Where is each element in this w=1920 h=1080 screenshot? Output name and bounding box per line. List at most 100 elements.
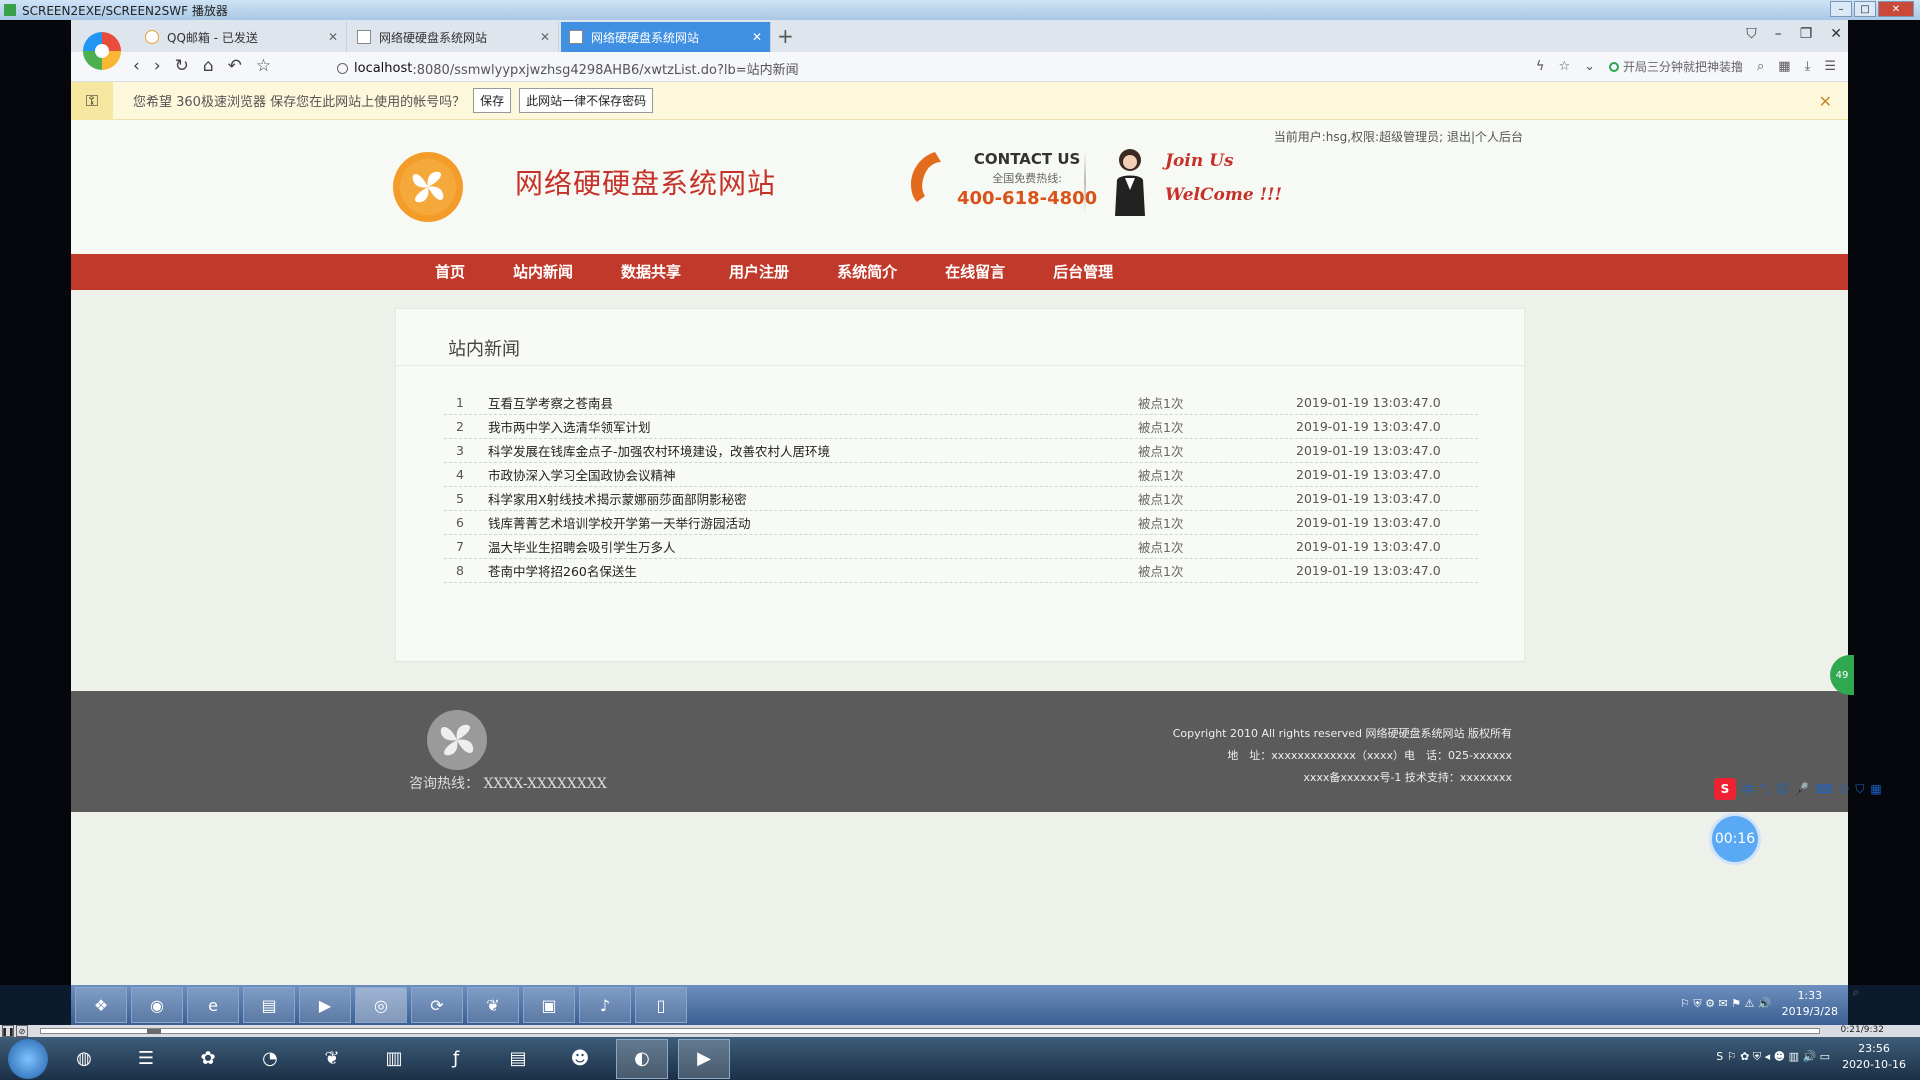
network-icon[interactable]: ✿ bbox=[182, 1039, 234, 1079]
player-app-icon[interactable]: ◐ bbox=[616, 1038, 668, 1079]
chinese-mode-icon[interactable]: 中 bbox=[1742, 781, 1754, 798]
download-icon[interactable]: ⤓ bbox=[1805, 59, 1811, 74]
menu-icon[interactable]: ☰ bbox=[1824, 59, 1836, 74]
restore-icon[interactable]: ❐ bbox=[1800, 26, 1813, 42]
search-icon[interactable]: ⌕ bbox=[1757, 59, 1764, 74]
tray-icons[interactable]: S ⚐ ✿ ⛨ ◂ ☻ ▥ 🔊 ▭ bbox=[1716, 1050, 1830, 1064]
browser-logo-icon[interactable] bbox=[83, 32, 121, 70]
desktop-background-left bbox=[0, 20, 71, 985]
close-icon[interactable]: ✕ bbox=[1878, 1, 1914, 17]
pause-icon[interactable]: ❚❚ bbox=[1, 1025, 15, 1037]
news-date: 2019-01-19 13:03:47.0 bbox=[1296, 443, 1441, 458]
film-icon[interactable]: ▣ bbox=[523, 987, 575, 1023]
punctuation-icon[interactable]: °, bbox=[1760, 782, 1770, 796]
click-count: 被点1次 bbox=[1138, 468, 1184, 483]
recorder-icon[interactable]: ▶ bbox=[678, 1038, 730, 1079]
start-orb-icon[interactable]: ❖ bbox=[75, 987, 127, 1023]
news-title-link[interactable]: 钱库菁菁艺术培训学校开学第一天举行游园活动 bbox=[488, 513, 1138, 532]
stop-icon[interactable]: ⊘ bbox=[16, 1025, 28, 1037]
emoji-icon[interactable]: ☺ bbox=[1776, 782, 1789, 796]
news-title-link[interactable]: 市政协深入学习全国政协会议精神 bbox=[488, 465, 1138, 484]
minimize-icon[interactable]: – bbox=[1830, 1, 1852, 17]
new-tab-icon[interactable]: + bbox=[777, 24, 794, 48]
zoom-icon[interactable]: ⌕ bbox=[1853, 985, 1860, 1000]
header-divider bbox=[1084, 150, 1086, 214]
tab-close-icon[interactable]: ✕ bbox=[540, 30, 550, 44]
microphone-icon[interactable]: 🎤 bbox=[1794, 782, 1809, 796]
home-icon[interactable]: ⌂ bbox=[203, 56, 214, 76]
nav-data-share[interactable]: 数据共享 bbox=[597, 254, 705, 290]
folder-icon[interactable]: ▤ bbox=[492, 1039, 544, 1079]
shirt-icon[interactable]: ⛉ bbox=[1746, 26, 1757, 42]
promo-link[interactable]: 开局三分钟就把神装撸 bbox=[1609, 58, 1743, 75]
sync-icon[interactable]: ⟳ bbox=[411, 987, 463, 1023]
lightning-icon[interactable]: ϟ bbox=[1536, 59, 1545, 74]
footer-hotline: 咨询热线： XXXX-XXXXXXXX bbox=[409, 776, 607, 792]
leaf-icon[interactable]: ❦ bbox=[306, 1039, 358, 1079]
user-info[interactable]: 当前用户:hsg,权限:超级管理员; 退出|个人后台 bbox=[1274, 128, 1523, 145]
grid-icon[interactable]: ▦ bbox=[1870, 782, 1881, 796]
seek-thumb[interactable] bbox=[147, 1029, 161, 1034]
nav-news[interactable]: 站内新闻 bbox=[489, 254, 597, 290]
news-title-link[interactable]: 科学家用X射线技术揭示蒙娜丽莎面部阴影秘密 bbox=[488, 489, 1138, 508]
close-icon[interactable]: ✕ bbox=[1830, 26, 1842, 42]
contact-subtitle: 全国免费热线: bbox=[992, 172, 1062, 185]
nav-admin[interactable]: 后台管理 bbox=[1029, 254, 1137, 290]
never-save-button[interactable]: 此网站一律不保存密码 bbox=[519, 88, 654, 113]
close-icon[interactable]: ✕ bbox=[1819, 92, 1832, 111]
nav-about[interactable]: 系统简介 bbox=[813, 254, 921, 290]
chrome-icon[interactable]: ◍ bbox=[58, 1039, 110, 1079]
start-button-icon[interactable] bbox=[8, 1038, 48, 1079]
news-title-link[interactable]: 苍南中学将招260名保送生 bbox=[488, 561, 1138, 580]
nav-message[interactable]: 在线留言 bbox=[921, 254, 1029, 290]
save-password-button[interactable]: 保存 bbox=[473, 88, 512, 113]
favorite-star-icon[interactable]: ☆ bbox=[1558, 59, 1570, 74]
tab-site-active[interactable]: 网络硬硬盘系统网站 ✕ bbox=[561, 22, 771, 52]
forward-icon[interactable]: › bbox=[154, 56, 161, 76]
ie-browser-icon[interactable]: e bbox=[187, 987, 239, 1023]
user-icon[interactable]: ⚇ bbox=[1839, 782, 1850, 796]
apps-grid-icon[interactable]: ▦ bbox=[1778, 59, 1790, 74]
tab-close-icon[interactable]: ✕ bbox=[752, 30, 762, 44]
shirt-icon[interactable]: ⛉ bbox=[1855, 782, 1864, 797]
tab-close-icon[interactable]: ✕ bbox=[328, 30, 338, 44]
media-player-icon[interactable]: ▶ bbox=[299, 987, 351, 1023]
tab-site-1[interactable]: 网络硬硬盘系统网站 ✕ bbox=[349, 22, 559, 52]
news-title-link[interactable]: 温大毕业生招聘会吸引学生万多人 bbox=[488, 537, 1138, 556]
chart-app-icon[interactable]: ▥ bbox=[368, 1039, 420, 1079]
folder-icon[interactable]: ▤ bbox=[243, 987, 295, 1023]
player-title-bar: SCREEN2EXE/SCREEN2SWF 播放器 – □ ✕ bbox=[0, 0, 1920, 20]
nav-register[interactable]: 用户注册 bbox=[705, 254, 813, 290]
browser-360-icon[interactable]: ◎ bbox=[355, 987, 407, 1023]
chevron-down-icon[interactable]: ⌄ bbox=[1584, 59, 1595, 74]
flash-icon[interactable]: ƒ bbox=[430, 1039, 482, 1079]
news-title-link[interactable]: 互看互学考察之苍南县 bbox=[488, 393, 1138, 412]
document-icon[interactable]: ▯ bbox=[635, 987, 687, 1023]
eclipse-icon[interactable]: ☰ bbox=[120, 1039, 172, 1079]
promo-text: 开局三分钟就把神装撸 bbox=[1623, 60, 1744, 74]
tray-icons[interactable]: ⚐ ⛨ ⚙ ✉ ⚑ ⚠ 🔊 bbox=[1680, 997, 1772, 1011]
leaf-icon[interactable]: ❦ bbox=[467, 987, 519, 1023]
join-us-text: Join Us bbox=[1165, 151, 1234, 171]
tab-qq-mail[interactable]: QQ邮箱 - 已发送 ✕ bbox=[137, 22, 347, 52]
reload-icon[interactable]: ↻ bbox=[175, 56, 189, 76]
nav-home[interactable]: 首页 bbox=[411, 254, 489, 290]
back-icon[interactable]: ‹ bbox=[133, 56, 140, 76]
row-number: 8 bbox=[456, 563, 464, 578]
search-app-icon[interactable]: ◔ bbox=[244, 1039, 296, 1079]
undo-icon[interactable]: ↶ bbox=[228, 56, 242, 76]
maximize-icon[interactable]: □ bbox=[1854, 1, 1876, 17]
qq-icon[interactable]: ☻ bbox=[554, 1039, 606, 1079]
row-number: 2 bbox=[456, 419, 464, 434]
sogou-ime-icon[interactable]: S bbox=[1714, 778, 1736, 800]
music-icon[interactable]: ♪ bbox=[579, 987, 631, 1023]
bookmark-star-icon[interactable]: ☆ bbox=[256, 56, 271, 76]
recording-timer-bubble[interactable]: 00:16 bbox=[1712, 816, 1758, 862]
seek-bar[interactable] bbox=[40, 1028, 1820, 1034]
keyboard-icon[interactable]: ⌨ bbox=[1815, 782, 1832, 796]
minimize-icon[interactable]: – bbox=[1775, 26, 1782, 42]
news-title-link[interactable]: 我市两中学入选清华领军计划 bbox=[488, 417, 1138, 436]
app-icon[interactable]: ◉ bbox=[131, 987, 183, 1023]
url-field[interactable]: localhost :8080/ssmwlyypxjwzhsg4298AHB6/… bbox=[337, 59, 799, 78]
news-title-link[interactable]: 科学发展在钱库金点子-加强农村环境建设，改善农村人居环境 bbox=[488, 441, 1138, 460]
